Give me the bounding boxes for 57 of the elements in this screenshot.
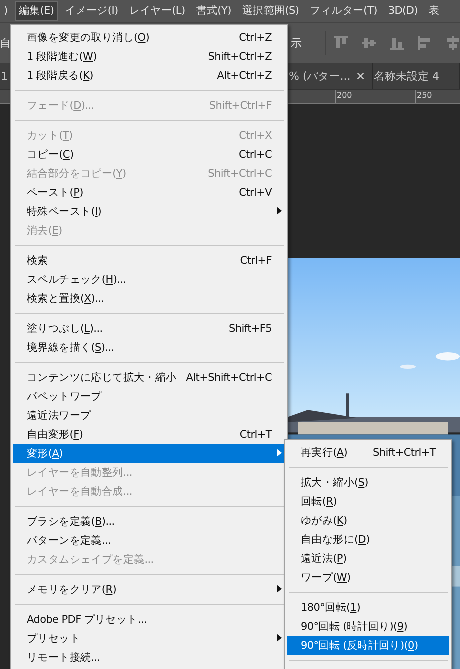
menu-item[interactable]: ペースト(P) Ctrl+V (13, 183, 285, 202)
menu-item[interactable]: 自由な形に(D) (287, 530, 449, 549)
menu-item[interactable]: 塗りつぶし(L)... Shift+F5 (13, 319, 285, 338)
menubar-item[interactable]: 3D(D) (384, 2, 422, 20)
menu-item[interactable]: 拡大・縮小(S) (287, 473, 449, 492)
menu-item[interactable]: Adobe PDF プリセット... (13, 610, 285, 629)
align-icon[interactable] (418, 36, 432, 50)
menu-item[interactable]: 遠近法(P) (287, 549, 449, 568)
menu-item[interactable]: 境界線を描く(S)... (13, 338, 285, 357)
menubar-item[interactable]: 表 (424, 1, 444, 21)
menu-item[interactable]: プリセット (13, 629, 285, 648)
ruler-label: 200 (335, 90, 415, 103)
submenu-arrow-icon (277, 634, 282, 642)
menubar-item[interactable]: 書式(Y) (192, 1, 236, 21)
menu-item[interactable]: 回転(R) (287, 492, 449, 511)
menu-item[interactable]: ブラシを定義(B)... (13, 512, 285, 531)
menu-item[interactable]: パペットワープ (13, 387, 285, 406)
menu-item[interactable]: スペルチェック(H)... (13, 270, 285, 289)
menu-item[interactable]: 検索 Ctrl+F (13, 251, 285, 270)
align-icon[interactable] (390, 36, 404, 50)
menu-item[interactable]: コンテンツに応じて拡大・縮小 Alt+Shift+Ctrl+C (13, 368, 285, 387)
menu-item[interactable]: 90°回転 (反時計回り)(0) (287, 636, 449, 655)
align-icon[interactable] (362, 36, 376, 50)
menu-item[interactable]: 自由変形(F) Ctrl+T (13, 425, 285, 444)
menu-item[interactable]: 90°回転 (時計回り)(9) (287, 617, 449, 636)
ruler-label: 250 (415, 90, 460, 103)
options-text: 自 (0, 36, 11, 50)
menu-item[interactable]: 画像を変更の取り消し(O) Ctrl+Z (13, 28, 285, 47)
menubar-item[interactable]: レイヤー(L) (125, 1, 190, 21)
document-tab[interactable]: 名称未設定 4 (373, 63, 460, 89)
menu-item[interactable]: メモリをクリア(R) (13, 580, 285, 599)
menu-item[interactable]: 検索と置換(X)... (13, 289, 285, 308)
options-label: 示 (291, 36, 302, 50)
align-icon[interactable] (446, 36, 460, 50)
document-tab[interactable]: % (パター... × (288, 63, 373, 89)
menu-item[interactable]: リモート接続... (13, 648, 285, 667)
menubar-item[interactable]: 選択範囲(S) (238, 1, 304, 21)
align-icon[interactable] (334, 36, 348, 50)
menubar-item[interactable]: イメージ(I) (61, 1, 122, 21)
close-icon[interactable]: × (356, 69, 366, 83)
menu-item[interactable]: 1 段階進む(W) Shift+Ctrl+Z (13, 47, 285, 66)
menu-item[interactable]: パターンを定義... (13, 531, 285, 550)
menubar-item[interactable]: 編集(E) (14, 1, 58, 21)
menu-item[interactable]: 再実行(A) Shift+Ctrl+T (287, 443, 449, 462)
menu-item[interactable]: コピー(C) Ctrl+C (13, 145, 285, 164)
menubar-item[interactable]: ) (0, 2, 12, 20)
menu-item[interactable]: 1 段階戻る(K) Alt+Ctrl+Z (13, 66, 285, 85)
submenu-arrow-icon (277, 449, 282, 457)
menu-item[interactable]: 変形(A) (13, 444, 285, 463)
submenu-arrow-icon (277, 585, 282, 593)
submenu-arrow-icon (277, 207, 282, 215)
menu-item[interactable]: 180°回転(1) (287, 598, 449, 617)
menu-item[interactable]: 遠近法ワープ (13, 406, 285, 425)
menu-item[interactable]: ワープ(W) (287, 568, 449, 587)
menu-item[interactable]: ゆがみ(K) (287, 511, 449, 530)
menubar-item[interactable]: フィルター(T) (306, 1, 382, 21)
menu-item[interactable]: 特殊ペースト(I) (13, 202, 285, 221)
